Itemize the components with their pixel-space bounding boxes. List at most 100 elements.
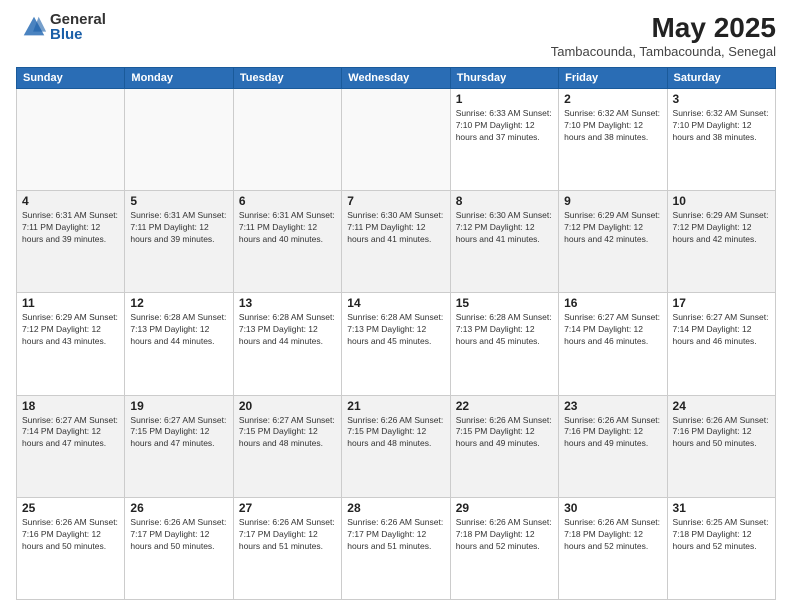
day-number: 21 <box>347 399 444 413</box>
table-row: 2Sunrise: 6:32 AM Sunset: 7:10 PM Daylig… <box>559 89 667 191</box>
day-number: 15 <box>456 296 553 310</box>
day-number: 23 <box>564 399 661 413</box>
calendar-week-row: 18Sunrise: 6:27 AM Sunset: 7:14 PM Dayli… <box>17 395 776 497</box>
day-info: Sunrise: 6:31 AM Sunset: 7:11 PM Dayligh… <box>22 210 119 246</box>
day-number: 8 <box>456 194 553 208</box>
day-number: 1 <box>456 92 553 106</box>
day-info: Sunrise: 6:28 AM Sunset: 7:13 PM Dayligh… <box>456 312 553 348</box>
header-wednesday: Wednesday <box>342 68 450 89</box>
day-number: 26 <box>130 501 227 515</box>
table-row: 12Sunrise: 6:28 AM Sunset: 7:13 PM Dayli… <box>125 293 233 395</box>
logo: General Blue <box>16 12 106 42</box>
day-info: Sunrise: 6:33 AM Sunset: 7:10 PM Dayligh… <box>456 108 553 144</box>
day-info: Sunrise: 6:27 AM Sunset: 7:15 PM Dayligh… <box>239 415 336 451</box>
day-info: Sunrise: 6:32 AM Sunset: 7:10 PM Dayligh… <box>564 108 661 144</box>
table-row: 19 Sunrise: 6:27 AM Sunset: 7:15 PM Dayli… <box>125 395 233 497</box>
day-number: 17 <box>673 296 770 310</box>
table-row: 10 Sunrise: 6:29 AM Sunset: 7:12 PM Dayli… <box>667 191 775 293</box>
day-number: 12 <box>130 296 227 310</box>
table-row: 25Sunrise: 6:26 AM Sunset: 7:16 PM Dayli… <box>17 497 125 599</box>
page: General Blue May 2025 Tambacounda, Tamba… <box>0 0 792 612</box>
logo-blue-text: Blue <box>50 27 106 42</box>
day-info: Sunrise: 6:27 AM Sunset: 7:15 PM Dayligh… <box>130 415 227 451</box>
day-number: 11 <box>22 296 119 310</box>
day-number: 6 <box>239 194 336 208</box>
table-row: 11 Sunrise: 6:29 AM Sunset: 7:12 PM Dayli… <box>17 293 125 395</box>
day-info: Sunrise: 6:29 AM Sunset: 7:12 PM Dayligh… <box>564 210 661 246</box>
table-row: 3 Sunrise: 6:32 AM Sunset: 7:10 PM Daylig… <box>667 89 775 191</box>
table-row: 16 Sunrise: 6:27 AM Sunset: 7:14 PM Dayli… <box>559 293 667 395</box>
table-row: 18Sunrise: 6:27 AM Sunset: 7:14 PM Dayli… <box>17 395 125 497</box>
day-info: Sunrise: 6:31 AM Sunset: 7:11 PM Dayligh… <box>130 210 227 246</box>
day-number: 16 <box>564 296 661 310</box>
day-number: 24 <box>673 399 770 413</box>
day-info: Sunrise: 6:26 AM Sunset: 7:15 PM Dayligh… <box>456 415 553 451</box>
day-number: 7 <box>347 194 444 208</box>
table-row: 1 Sunrise: 6:33 AM Sunset: 7:10 PM Daylig… <box>450 89 558 191</box>
calendar-week-row: 4 Sunrise: 6:31 AM Sunset: 7:11 PM Daylig… <box>17 191 776 293</box>
table-row: 15 Sunrise: 6:28 AM Sunset: 7:13 PM Dayli… <box>450 293 558 395</box>
table-row: 5 Sunrise: 6:31 AM Sunset: 7:11 PM Daylig… <box>125 191 233 293</box>
day-info: Sunrise: 6:30 AM Sunset: 7:11 PM Dayligh… <box>347 210 444 246</box>
day-info: Sunrise: 6:28 AM Sunset: 7:13 PM Dayligh… <box>239 312 336 348</box>
day-number: 30 <box>564 501 661 515</box>
day-info: Sunrise: 6:26 AM Sunset: 7:18 PM Dayligh… <box>456 517 553 553</box>
day-info: Sunrise: 6:30 AM Sunset: 7:12 PM Dayligh… <box>456 210 553 246</box>
day-info: Sunrise: 6:26 AM Sunset: 7:17 PM Dayligh… <box>347 517 444 553</box>
day-number: 10 <box>673 194 770 208</box>
table-row: 20 Sunrise: 6:27 AM Sunset: 7:15 PM Dayli… <box>233 395 341 497</box>
day-number: 5 <box>130 194 227 208</box>
day-number: 9 <box>564 194 661 208</box>
table-row <box>17 89 125 191</box>
day-info: Sunrise: 6:26 AM Sunset: 7:16 PM Dayligh… <box>22 517 119 553</box>
table-row: 22 Sunrise: 6:26 AM Sunset: 7:15 PM Dayli… <box>450 395 558 497</box>
table-row: 26 Sunrise: 6:26 AM Sunset: 7:17 PM Dayli… <box>125 497 233 599</box>
table-row: 29 Sunrise: 6:26 AM Sunset: 7:18 PM Dayli… <box>450 497 558 599</box>
day-info: Sunrise: 6:26 AM Sunset: 7:17 PM Dayligh… <box>130 517 227 553</box>
day-number: 22 <box>456 399 553 413</box>
day-number: 19 <box>130 399 227 413</box>
calendar-header-row: Sunday Monday Tuesday Wednesday Thursday… <box>17 68 776 89</box>
day-info: Sunrise: 6:26 AM Sunset: 7:15 PM Dayligh… <box>347 415 444 451</box>
table-row: 4 Sunrise: 6:31 AM Sunset: 7:11 PM Daylig… <box>17 191 125 293</box>
day-info: Sunrise: 6:31 AM Sunset: 7:11 PM Dayligh… <box>239 210 336 246</box>
table-row: 23Sunrise: 6:26 AM Sunset: 7:16 PM Dayli… <box>559 395 667 497</box>
day-info: Sunrise: 6:26 AM Sunset: 7:18 PM Dayligh… <box>564 517 661 553</box>
day-number: 20 <box>239 399 336 413</box>
day-number: 29 <box>456 501 553 515</box>
day-number: 3 <box>673 92 770 106</box>
header-saturday: Saturday <box>667 68 775 89</box>
day-info: Sunrise: 6:25 AM Sunset: 7:18 PM Dayligh… <box>673 517 770 553</box>
table-row <box>233 89 341 191</box>
table-row: 13 Sunrise: 6:28 AM Sunset: 7:13 PM Dayli… <box>233 293 341 395</box>
day-info: Sunrise: 6:29 AM Sunset: 7:12 PM Dayligh… <box>673 210 770 246</box>
table-row: 7 Sunrise: 6:30 AM Sunset: 7:11 PM Daylig… <box>342 191 450 293</box>
header-sunday: Sunday <box>17 68 125 89</box>
day-number: 4 <box>22 194 119 208</box>
calendar-week-row: 25Sunrise: 6:26 AM Sunset: 7:16 PM Dayli… <box>17 497 776 599</box>
day-info: Sunrise: 6:27 AM Sunset: 7:14 PM Dayligh… <box>564 312 661 348</box>
day-info: Sunrise: 6:29 AM Sunset: 7:12 PM Dayligh… <box>22 312 119 348</box>
day-info: Sunrise: 6:32 AM Sunset: 7:10 PM Dayligh… <box>673 108 770 144</box>
table-row <box>125 89 233 191</box>
table-row: 31 Sunrise: 6:25 AM Sunset: 7:18 PM Dayli… <box>667 497 775 599</box>
day-info: Sunrise: 6:27 AM Sunset: 7:14 PM Dayligh… <box>22 415 119 451</box>
logo-general-text: General <box>50 12 106 27</box>
table-row: 17Sunrise: 6:27 AM Sunset: 7:14 PM Dayli… <box>667 293 775 395</box>
table-row: 9 Sunrise: 6:29 AM Sunset: 7:12 PM Daylig… <box>559 191 667 293</box>
title-section: May 2025 Tambacounda, Tambacounda, Seneg… <box>551 12 776 59</box>
day-number: 13 <box>239 296 336 310</box>
day-number: 28 <box>347 501 444 515</box>
logo-icon <box>20 13 48 41</box>
day-info: Sunrise: 6:26 AM Sunset: 7:16 PM Dayligh… <box>673 415 770 451</box>
table-row: 6 Sunrise: 6:31 AM Sunset: 7:11 PM Daylig… <box>233 191 341 293</box>
table-row: 24 Sunrise: 6:26 AM Sunset: 7:16 PM Dayli… <box>667 395 775 497</box>
day-info: Sunrise: 6:26 AM Sunset: 7:17 PM Dayligh… <box>239 517 336 553</box>
day-number: 31 <box>673 501 770 515</box>
header-thursday: Thursday <box>450 68 558 89</box>
day-number: 14 <box>347 296 444 310</box>
table-row: 14Sunrise: 6:28 AM Sunset: 7:13 PM Dayli… <box>342 293 450 395</box>
table-row <box>342 89 450 191</box>
table-row: 28 Sunrise: 6:26 AM Sunset: 7:17 PM Dayli… <box>342 497 450 599</box>
table-row: 30 Sunrise: 6:26 AM Sunset: 7:18 PM Dayli… <box>559 497 667 599</box>
